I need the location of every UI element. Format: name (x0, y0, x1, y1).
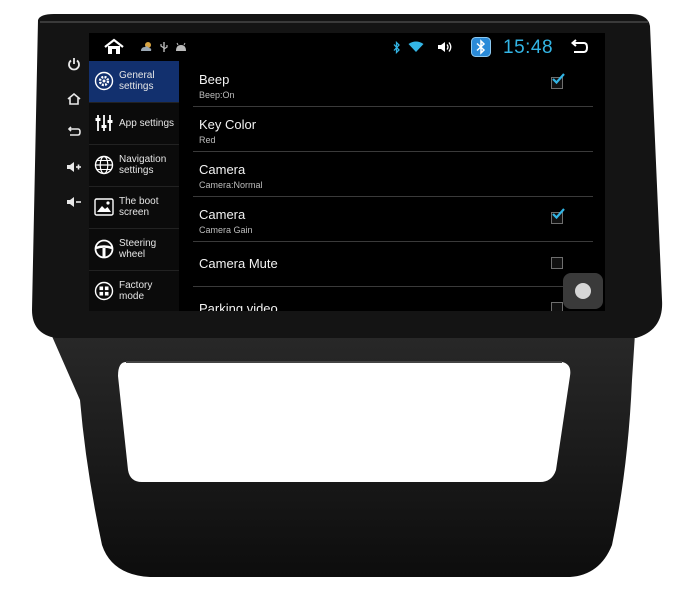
settings-side-menu: General settings App settings Navigation… (89, 61, 179, 311)
camera-gain-checkbox[interactable] (551, 208, 565, 224)
menu-item-label: App settings (119, 118, 175, 129)
back-icon[interactable] (58, 121, 90, 143)
camera-mute-checkbox[interactable] (551, 257, 563, 269)
globe-icon (93, 154, 115, 176)
menu-item-steering-wheel[interactable]: Steering wheel (89, 229, 179, 271)
setting-row-beep[interactable]: Beep Beep:On (193, 61, 593, 107)
sliders-icon (93, 112, 115, 134)
menu-item-label: The boot screen (119, 196, 159, 218)
menu-item-label: Navigation settings (119, 154, 167, 176)
setting-row-parking-video[interactable]: Parking video (193, 286, 593, 311)
setting-subtitle: Camera Gain (199, 225, 253, 235)
android-icon (175, 33, 187, 61)
volume-up-icon[interactable] (58, 156, 90, 178)
setting-row-camera-gain[interactable]: Camera Camera Gain (193, 196, 593, 242)
power-icon[interactable] (58, 53, 90, 75)
setting-title: Camera Mute (199, 256, 278, 271)
menu-item-label: Steering wheel (119, 238, 157, 260)
menu-item-general-settings[interactable]: General settings (89, 61, 179, 103)
beep-checkbox[interactable] (551, 73, 565, 89)
floating-assistive-button[interactable] (563, 273, 603, 309)
settings-list: Beep Beep:On Key Color Red Camera Camera… (193, 61, 593, 311)
parking-video-checkbox[interactable] (551, 302, 563, 311)
gear-icon (93, 70, 115, 92)
bluetooth-icon (393, 33, 401, 61)
volume-icon[interactable] (437, 33, 453, 61)
check-icon (552, 73, 565, 85)
back-icon[interactable] (569, 33, 589, 61)
steering-wheel-icon (93, 238, 115, 260)
setting-row-camera[interactable]: Camera Camera:Normal (193, 151, 593, 197)
menu-item-navigation-settings[interactable]: Navigation settings (89, 145, 179, 187)
setting-subtitle: Beep:On (199, 90, 235, 100)
menu-item-boot-screen[interactable]: The boot screen (89, 187, 179, 229)
setting-row-camera-mute[interactable]: Camera Mute (193, 241, 593, 287)
setting-title: Parking video (199, 301, 278, 311)
setting-title: Key Color (199, 117, 257, 132)
setting-subtitle: Camera:Normal (199, 180, 263, 190)
setting-title: Camera (199, 207, 246, 222)
menu-item-app-settings[interactable]: App settings (89, 103, 179, 145)
usb-icon (159, 33, 169, 61)
setting-title: Camera (199, 162, 246, 177)
wifi-icon (408, 33, 424, 61)
grid-icon (93, 280, 115, 302)
menu-item-label: General settings (119, 70, 155, 92)
image-icon (93, 196, 115, 218)
setting-subtitle: Red (199, 135, 216, 145)
bezel-buttons (58, 50, 90, 220)
volume-down-icon[interactable] (58, 191, 90, 213)
home-icon[interactable] (103, 33, 125, 61)
setting-title: Beep (199, 72, 230, 87)
panel-cutout (118, 362, 571, 482)
menu-item-factory-mode[interactable]: Factory mode (89, 271, 179, 311)
check-icon (552, 208, 565, 220)
screen: 15:48 General settings App settings Navi… (89, 33, 605, 311)
status-bar: 15:48 (89, 33, 605, 61)
home-icon[interactable] (58, 88, 90, 110)
menu-item-label: Factory mode (119, 280, 153, 302)
setting-row-key-color[interactable]: Key Color Red (193, 106, 593, 152)
weather-icon (139, 33, 153, 61)
bluetooth-app-icon[interactable] (471, 33, 491, 61)
clock: 15:48 (503, 37, 554, 58)
